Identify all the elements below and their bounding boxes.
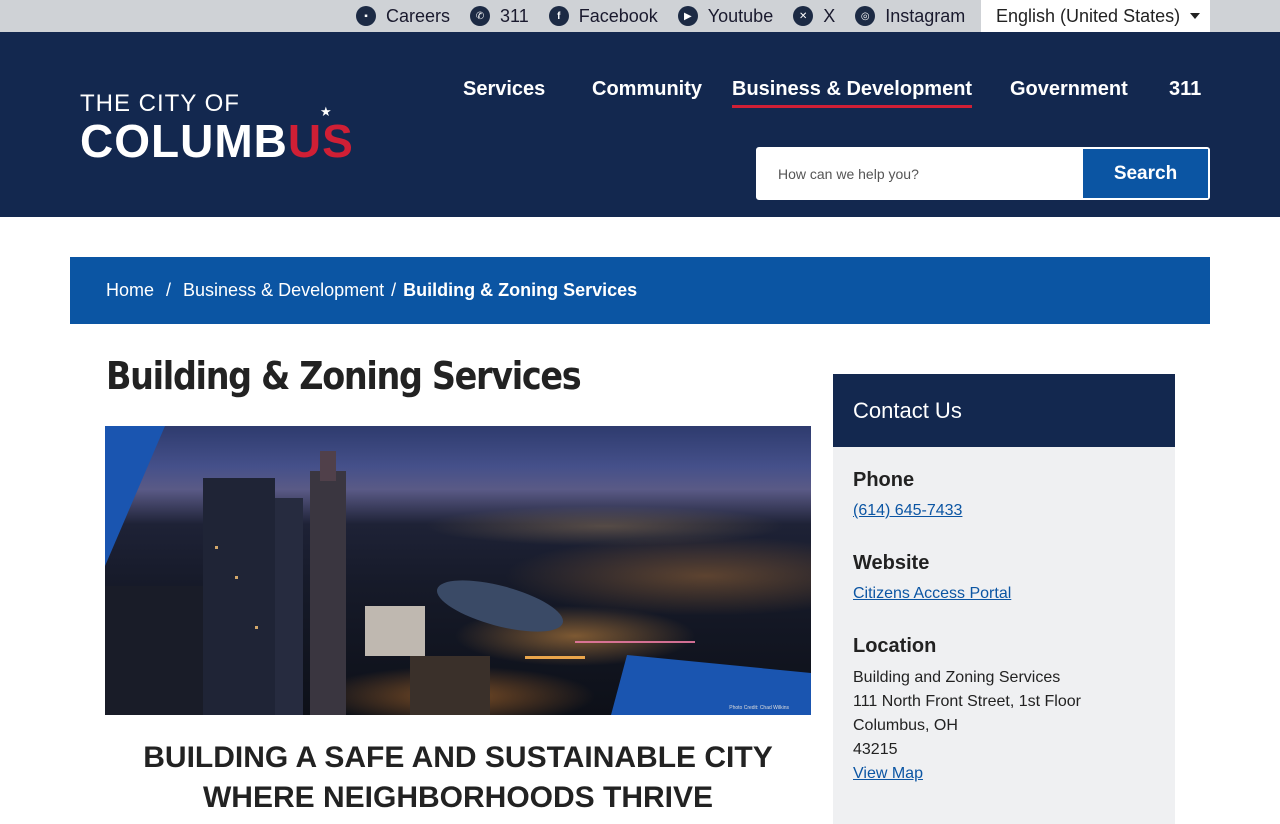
location-line: Columbus, OH xyxy=(853,717,958,734)
x-label: X xyxy=(823,5,836,26)
instagram-icon: ◎ xyxy=(855,6,876,26)
tower-spire xyxy=(320,451,336,481)
skyscraper xyxy=(203,478,275,715)
x-icon: ✕ xyxy=(793,6,814,26)
instagram-label: Instagram xyxy=(885,5,966,26)
bridge-light xyxy=(575,641,695,643)
nav-business-development[interactable]: Business & Development xyxy=(732,78,973,108)
leveque-tower xyxy=(310,471,346,715)
contact-body: Phone (614) 645-7433 Website Citizens Ac… xyxy=(833,447,1175,808)
facebook-label: Facebook xyxy=(578,5,658,26)
location-heading: Location xyxy=(853,635,937,657)
careers-label: Careers xyxy=(386,5,451,26)
phone-heading: Phone xyxy=(853,469,915,491)
building xyxy=(410,656,490,715)
logo-line2: COLUMBUS xyxy=(80,118,380,164)
search-bar: Search xyxy=(756,147,1210,200)
311-label: 311 xyxy=(500,5,529,26)
phone-link[interactable]: (614) 645-7433 xyxy=(853,502,1155,520)
instagram-link[interactable]: ◎ Instagram xyxy=(855,6,965,27)
briefcase-icon: ▪ xyxy=(356,6,376,26)
search-button[interactable]: Search xyxy=(1083,149,1208,198)
careers-link[interactable]: ▪ Careers xyxy=(356,6,450,27)
nav-311[interactable]: 311 xyxy=(1169,78,1201,101)
light xyxy=(525,656,585,659)
language-label: English (United States) xyxy=(996,5,1181,26)
site-header: THE CITY OF COLUMBUS ★ Services Communit… xyxy=(0,32,1280,217)
311-link[interactable]: ✆ 311 xyxy=(470,6,529,27)
breadcrumb-home[interactable]: Home xyxy=(106,280,154,301)
breadcrumb-current: Building & Zoning Services xyxy=(403,280,638,300)
breadcrumb-business-development[interactable]: Business & Development xyxy=(183,280,384,301)
contact-title: Contact Us xyxy=(833,374,1175,447)
light xyxy=(255,626,258,629)
photo-credit: Photo Credit: Chad Wilkins xyxy=(729,705,789,711)
nav-government[interactable]: Government xyxy=(1010,78,1128,101)
page-title: Building & Zoning Services xyxy=(106,354,582,398)
breadcrumb-separator: / xyxy=(166,280,172,300)
youtube-label: Youtube xyxy=(707,5,774,26)
search-input[interactable] xyxy=(758,149,1083,198)
x-link[interactable]: ✕ X xyxy=(793,6,835,27)
facebook-icon: f xyxy=(548,6,569,26)
page-tagline: BUILDING A SAFE AND SUSTAINABLE CITY WHE… xyxy=(143,741,773,814)
hero-image: Photo Credit: Chad Wilkins xyxy=(105,426,811,715)
view-map-link[interactable]: View Map xyxy=(853,762,1155,786)
location-line: 111 North Front Street, 1st Floor xyxy=(853,693,1081,710)
skyscraper xyxy=(275,498,303,715)
light xyxy=(215,546,218,549)
decorative-shape xyxy=(105,426,165,566)
website-link[interactable]: Citizens Access Portal xyxy=(853,585,1155,603)
light xyxy=(235,576,238,579)
phone-icon: ✆ xyxy=(470,6,491,26)
youtube-icon: ▶ xyxy=(677,6,698,26)
location-line: Building and Zoning Services xyxy=(853,669,1061,686)
breadcrumb: Home / Business & Development / Building… xyxy=(70,257,1210,324)
logo-line2-red: US xyxy=(287,115,354,167)
chevron-down-icon xyxy=(1190,13,1201,19)
logo-line2-white: COLUMB xyxy=(80,115,288,167)
facebook-link[interactable]: f Facebook xyxy=(548,5,658,27)
building xyxy=(105,586,203,715)
utility-links: ▪ Careers ✆ 311 f Facebook ▶ Youtube ✕ X… xyxy=(356,0,985,32)
contact-card: Contact Us Phone (614) 645-7433 Website … xyxy=(833,374,1175,824)
building xyxy=(365,606,425,656)
location-line: 43215 xyxy=(853,741,898,758)
youtube-link[interactable]: ▶ Youtube xyxy=(677,5,774,27)
website-heading: Website xyxy=(853,552,930,574)
nav-services[interactable]: Services xyxy=(463,78,545,101)
language-select[interactable]: English (United States) xyxy=(981,0,1210,32)
main-nav: Services Community Business & Developmen… xyxy=(0,78,1280,118)
utility-bar: ▪ Careers ✆ 311 f Facebook ▶ Youtube ✕ X… xyxy=(0,0,1280,32)
nav-community[interactable]: Community xyxy=(592,78,702,101)
breadcrumb-separator: / xyxy=(391,280,397,300)
